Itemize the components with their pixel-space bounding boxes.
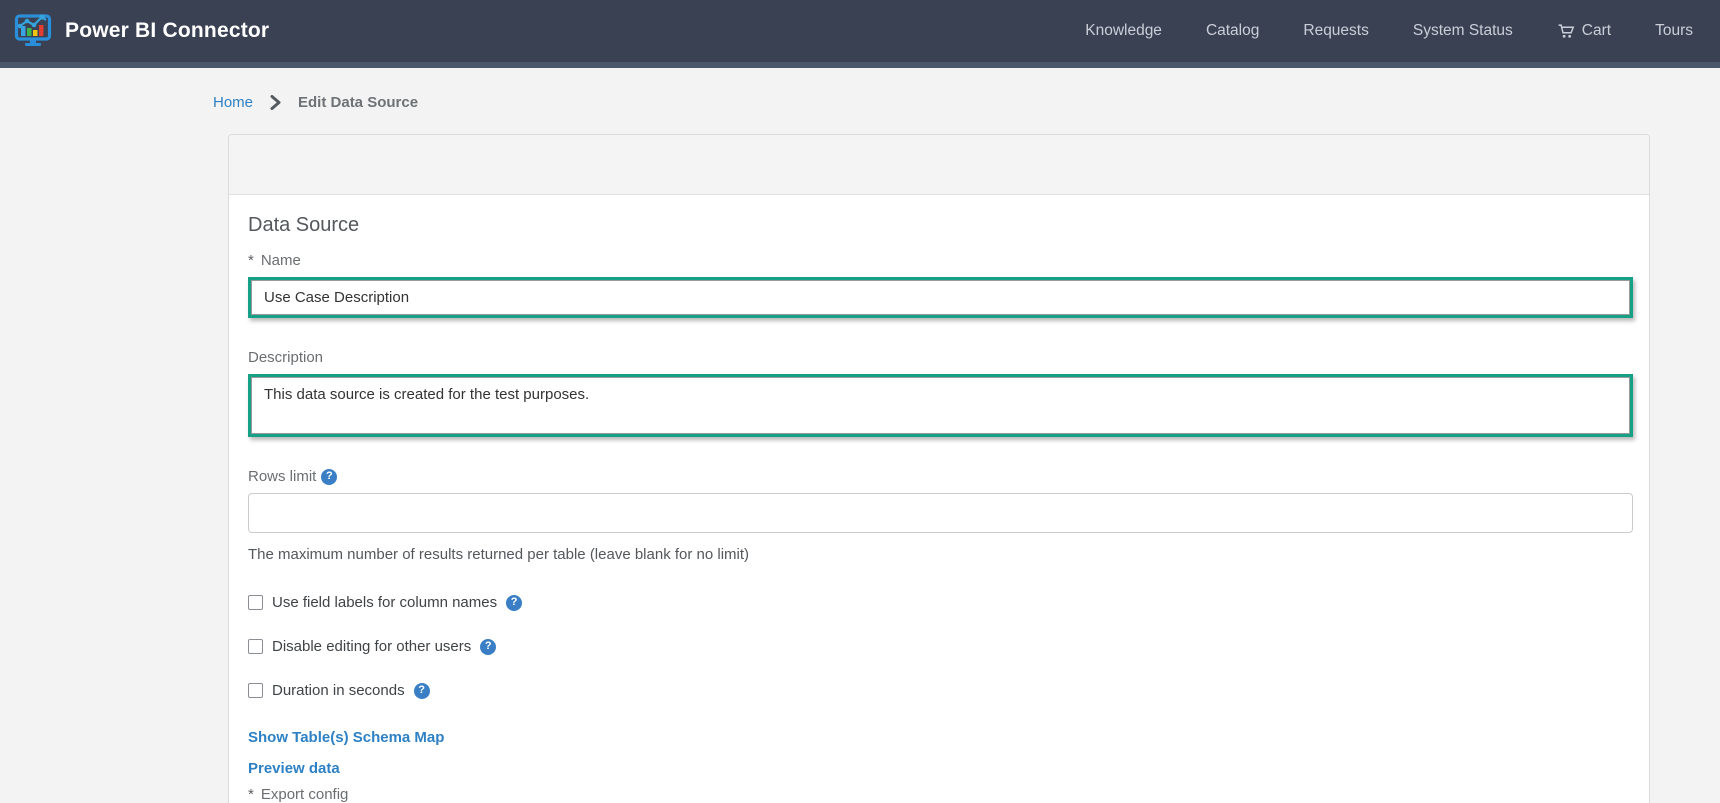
question-circle-icon[interactable]: ? [506,594,523,611]
description-textarea[interactable]: This data source is created for the test… [251,377,1630,434]
question-circle-icon[interactable]: ? [480,638,497,655]
checkbox-row-field-labels[interactable]: Use field labels for column names ? [248,594,1631,611]
question-circle-icon[interactable]: ? [413,682,430,699]
checkbox-label: Use field labels for column names [272,594,498,611]
panel-toolbar [229,135,1649,195]
navbar-links: Knowledge Catalog Requests System Status… [1085,22,1693,41]
rows-limit-label: Rows limit ? [248,468,1631,485]
nav-item-cart[interactable]: Cart [1557,22,1611,41]
breadcrumb-current: Edit Data Source [298,94,419,111]
name-label: * Name [248,252,301,269]
nav-item-catalog[interactable]: Catalog [1206,22,1259,40]
cart-icon [1558,23,1575,38]
cart-label: Cart [1581,22,1612,39]
top-navbar: Power BI Connector Knowledge Catalog Req… [0,0,1720,68]
breadcrumb-home-link[interactable]: Home [213,94,253,111]
use-field-labels-checkbox[interactable] [248,595,263,610]
breadcrumb: Home Edit Data Source [213,94,1720,111]
duration-seconds-checkbox[interactable] [248,683,263,698]
required-asterisk: * [248,252,254,269]
nav-item-tours[interactable]: Tours [1655,22,1693,40]
app-brand[interactable]: Power BI Connector [14,13,269,49]
show-schema-map-link[interactable]: Show Table(s) Schema Map [248,729,444,746]
description-field-highlight: This data source is created for the test… [248,374,1633,437]
checkbox-label: Duration in seconds [272,682,405,699]
data-source-panel: Data Source * Name Description This data… [228,134,1650,803]
description-label: Description [248,349,324,366]
checkbox-row-duration-seconds[interactable]: Duration in seconds ? [248,682,1631,699]
checkbox-row-disable-editing[interactable]: Disable editing for other users ? [248,638,1631,655]
name-input[interactable] [251,280,1630,315]
nav-item-system-status[interactable]: System Status [1413,22,1513,40]
export-config-label: * Export config [248,786,349,803]
app-logo-icon [14,13,52,49]
nav-item-knowledge[interactable]: Knowledge [1085,22,1162,40]
disable-editing-checkbox[interactable] [248,639,263,654]
question-circle-icon[interactable]: ? [321,468,338,485]
required-asterisk: * [248,786,254,803]
chevron-right-icon [269,95,282,110]
preview-data-link[interactable]: Preview data [248,760,340,777]
name-field-highlight [248,277,1633,318]
app-title: Power BI Connector [65,19,270,42]
data-source-form: Data Source * Name Description This data… [229,195,1649,803]
nav-item-requests[interactable]: Requests [1303,22,1368,40]
checkbox-label: Disable editing for other users [272,638,472,655]
rows-limit-input[interactable] [248,493,1633,533]
form-title: Data Source [248,214,360,236]
rows-limit-helper-text: The maximum number of results returned p… [248,546,750,563]
